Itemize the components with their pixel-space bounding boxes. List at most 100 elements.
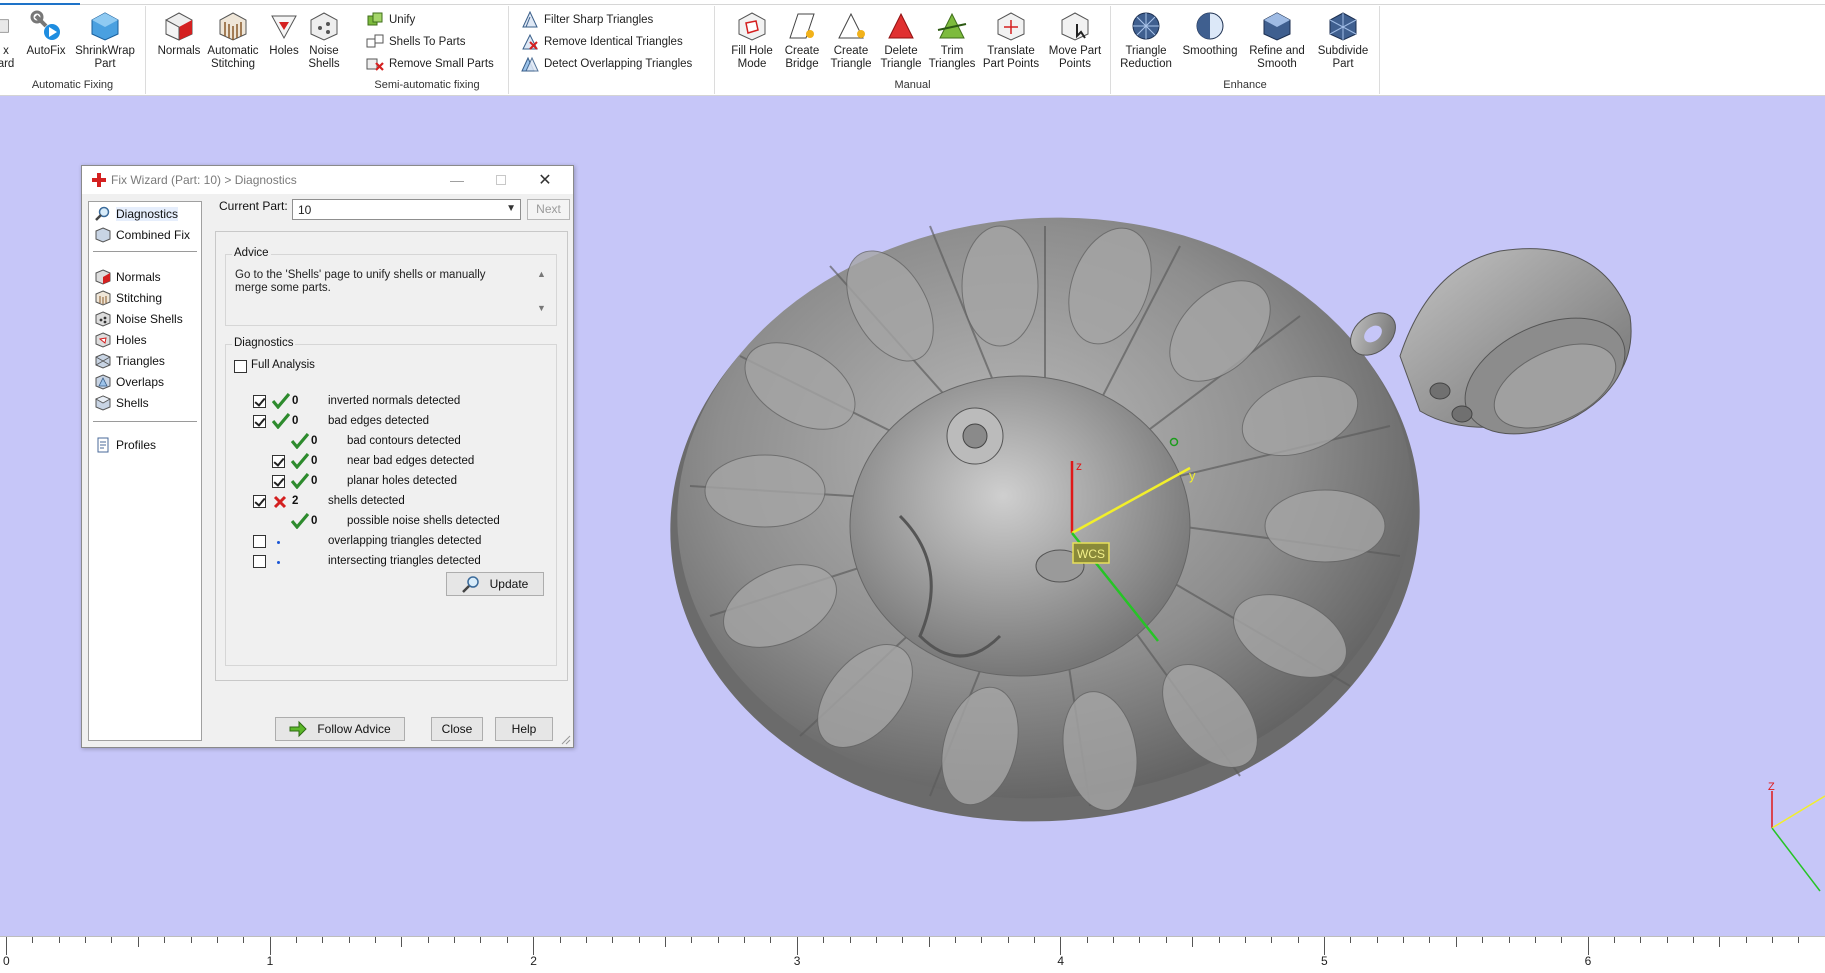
minimize-button[interactable]: — (435, 166, 479, 194)
ruler-tick (691, 937, 693, 943)
remove-small-parts-button[interactable]: Remove Small Parts (366, 54, 494, 74)
diagnostic-count: 0 (311, 455, 318, 467)
nav-separator (93, 251, 197, 252)
trim-triangles-button[interactable]: Trim Triangles (927, 10, 977, 71)
holes-button[interactable]: Holes (266, 10, 302, 58)
arrow-right-icon (289, 720, 308, 738)
diagnostic-checkbox[interactable] (253, 495, 266, 508)
shells-to-parts-button[interactable]: Shells To Parts (366, 32, 466, 52)
close-button[interactable]: Close (431, 717, 483, 741)
current-part-select[interactable]: 10 ▼ (292, 199, 521, 220)
nav-item-noise-shells[interactable]: Noise Shells (95, 310, 183, 328)
diagnostic-checkbox[interactable] (253, 555, 266, 568)
ruler-tick (1666, 937, 1668, 943)
ruler-tick (190, 937, 192, 943)
automatic-stitching-button[interactable]: Automatic Stitching (204, 10, 262, 71)
diagnostic-checkbox[interactable] (253, 415, 266, 428)
triangle-reduction-button[interactable]: Triangle Reduction (1117, 10, 1175, 71)
noise-shells-icon (310, 12, 338, 41)
subdivide-part-button[interactable]: Subdivide Part (1313, 10, 1373, 71)
ruler-label: 6 (1584, 954, 1592, 968)
diagnostic-checkbox[interactable] (253, 535, 266, 548)
ruler-tick (823, 937, 825, 943)
nav-item-triangles[interactable]: Triangles (95, 352, 165, 370)
ruler-tick (1218, 937, 1220, 943)
wizard-page-list[interactable]: Diagnostics Combined Fix Normals Stitchi… (88, 201, 202, 741)
filter-sharp-triangles-button[interactable]: Filter Sharp Triangles (521, 10, 653, 30)
diagnostic-checkbox[interactable] (272, 475, 285, 488)
full-analysis-checkbox[interactable] (234, 360, 247, 373)
group-manual: Fill Hole Mode Create Bridge Create Triangl… (715, 6, 1111, 94)
ruler-tick (1587, 937, 1589, 955)
pending-dot-icon (277, 561, 280, 564)
shrinkwrap-part-button[interactable]: ShrinkWrap Part (72, 10, 138, 71)
nav-item-stitching[interactable]: Stitching (95, 289, 162, 307)
close-window-button[interactable]: ✕ (523, 166, 567, 194)
ruler-tick (427, 937, 429, 943)
normals-button[interactable]: Normals (156, 10, 202, 58)
ruler-tick (6, 937, 7, 955)
diagnostic-count: 0 (311, 475, 318, 487)
resize-grip-icon[interactable] (561, 735, 571, 745)
ruler-tick (1034, 937, 1036, 943)
scroll-down-icon[interactable]: ▼ (537, 303, 546, 313)
ruler-tick (1798, 937, 1800, 943)
follow-advice-button[interactable]: Follow Advice (275, 717, 405, 741)
ruler-tick (1086, 937, 1088, 943)
z-axis-label: z (1076, 459, 1082, 473)
autofix-button[interactable]: AutoFix (22, 10, 70, 58)
diagnostic-row: 0 inverted normals detected (226, 393, 546, 411)
noise-shells-button[interactable]: Noise Shells (304, 10, 344, 71)
ruler-tick (85, 937, 87, 943)
next-button[interactable]: Next (527, 199, 570, 220)
help-button[interactable]: Help (495, 717, 553, 741)
ruler-tick (1613, 937, 1615, 943)
fix-wizard-button[interactable]: x ard (0, 10, 18, 71)
refine-and-smooth-button[interactable]: Refine and Smooth (1245, 10, 1309, 71)
ruler-tick (506, 937, 508, 943)
ruler-tick (269, 937, 271, 955)
combined-fix-icon (95, 227, 111, 243)
diagnostic-checkbox[interactable] (272, 455, 285, 468)
nav-item-profiles[interactable]: Profiles (95, 436, 156, 454)
create-triangle-button[interactable]: Create Triangle (827, 10, 875, 71)
maximize-button[interactable] (479, 166, 523, 194)
diagnostic-checkbox[interactable] (253, 395, 266, 408)
bottom-ruler: 0 1 2 3 4 5 6 (0, 936, 1825, 973)
nav-item-combined-fix[interactable]: Combined Fix (95, 226, 190, 244)
wcs-label: WCS (1077, 547, 1105, 561)
overlapping-triangles-icon (521, 56, 539, 72)
scroll-up-icon[interactable]: ▲ (537, 269, 546, 279)
check-mark-icon (291, 453, 309, 469)
update-button[interactable]: Update (446, 572, 544, 596)
triangle-reduction-icon (1132, 12, 1160, 40)
smoothing-button[interactable]: Smoothing (1179, 10, 1241, 58)
create-bridge-button[interactable]: Create Bridge (779, 10, 825, 71)
noise-shells-nav-icon (95, 311, 111, 327)
ruler-tick (981, 937, 983, 943)
nav-item-diagnostics[interactable]: Diagnostics (95, 205, 179, 223)
minimize-icon: — (450, 172, 464, 188)
advice-scrollbar[interactable]: ▲ ▼ (535, 269, 549, 319)
ruler-tick (1297, 937, 1299, 943)
translate-points-icon (997, 12, 1025, 41)
detect-overlapping-triangles-button[interactable]: Detect Overlapping Triangles (521, 54, 692, 74)
nav-item-shells[interactable]: Shells (95, 394, 149, 412)
delete-triangle-button[interactable]: Delete Triangle (877, 10, 925, 71)
nav-item-normals[interactable]: Normals (95, 268, 161, 286)
move-part-points-button[interactable]: Move Part Points (1045, 10, 1105, 71)
magnifier-icon (461, 576, 479, 593)
diagnostic-count: 0 (292, 395, 299, 407)
nav-item-overlaps[interactable]: Overlaps (95, 373, 164, 391)
remove-identical-triangles-button[interactable]: Remove Identical Triangles (521, 32, 683, 52)
diagnostic-count: 2 (292, 495, 299, 507)
fill-hole-mode-button[interactable]: Fill Hole Mode (727, 10, 777, 71)
diagnostic-count: 0 (292, 415, 299, 427)
unify-button[interactable]: Unify (366, 10, 415, 30)
nav-item-holes[interactable]: Holes (95, 331, 147, 349)
dialog-titlebar[interactable]: Fix Wizard (Part: 10) > Diagnostics — ✕ (82, 166, 573, 194)
active-ribbon-tab[interactable] (0, 0, 80, 5)
translate-part-points-button[interactable]: Translate Part Points (979, 10, 1043, 71)
current-part-label: Current Part: (219, 199, 288, 213)
check-mark-icon (291, 473, 309, 489)
